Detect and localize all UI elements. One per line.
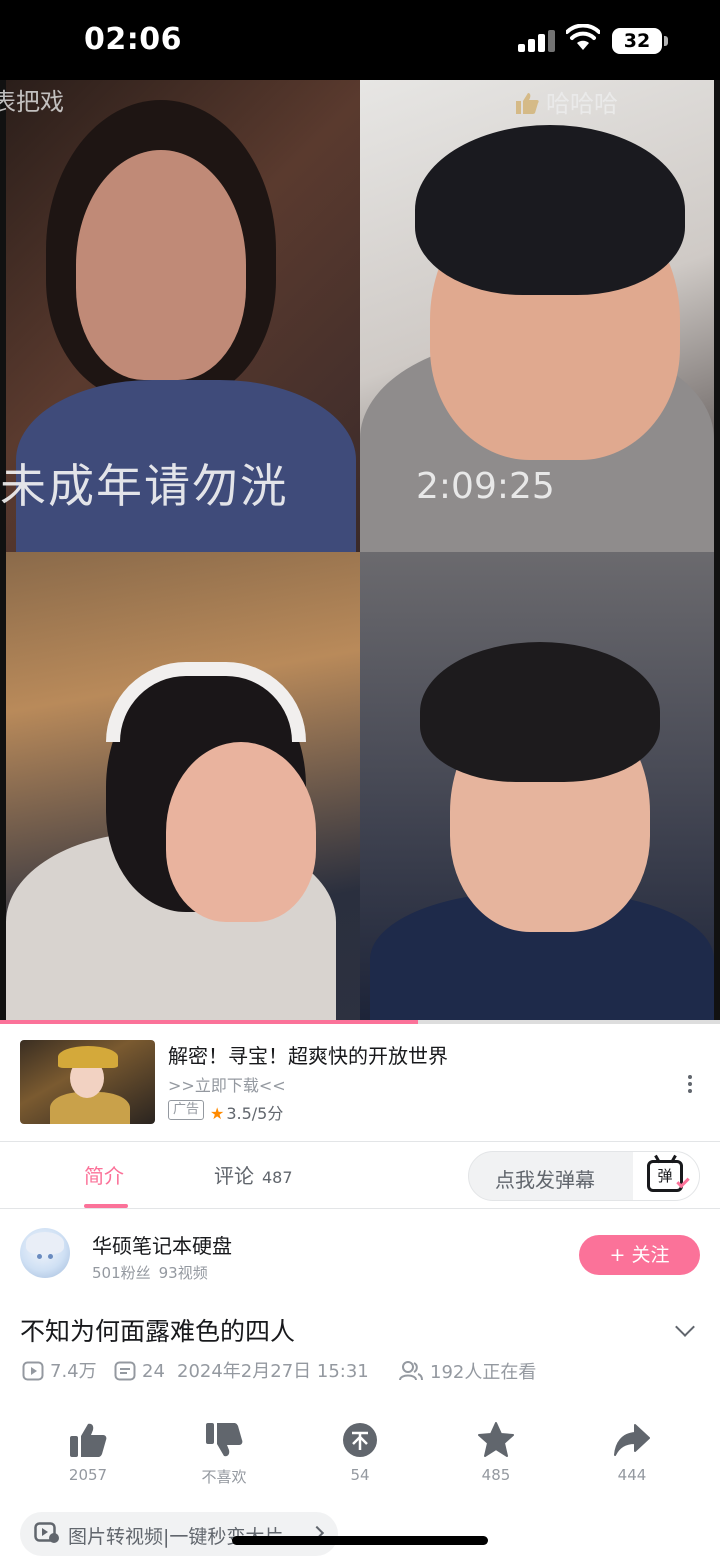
star-icon — [478, 1422, 514, 1457]
danmaku-count-value: 24 — [142, 1361, 165, 1382]
publish-date: 2024年2月27日 15:31 — [177, 1361, 369, 1382]
danmaku-icon — [114, 1361, 136, 1381]
star-icon: ★ — [210, 1104, 225, 1123]
avatar[interactable] — [20, 1228, 70, 1278]
share-count: 444 — [617, 1466, 647, 1484]
danmaku-count: 24 — [114, 1360, 165, 1384]
image-to-video-promo[interactable]: 图片转视频|一键秒变大片 — [20, 1512, 338, 1556]
favorite-button[interactable]: 485 — [446, 1418, 546, 1484]
ad-rating-value: 3.5/5分 — [226, 1104, 284, 1123]
view-count-value: 7.4万 — [50, 1361, 97, 1382]
thumbs-up-icon — [516, 93, 539, 114]
uploader-fans: 501粉丝 — [92, 1264, 151, 1282]
video-progress-fill — [0, 1020, 418, 1024]
share-button[interactable]: 444 — [582, 1418, 682, 1484]
ad-rating: ★ 3.5/5分 — [210, 1100, 283, 1124]
home-indicator[interactable] — [232, 1536, 488, 1545]
danmaku-button-label: 弹 — [657, 1167, 673, 1185]
video-panel-bottom-left — [6, 552, 360, 1024]
danmaku-placeholder[interactable]: 点我发弹幕 — [495, 1164, 595, 1193]
video-convert-icon — [34, 1522, 59, 1543]
status-time: 02:06 — [84, 22, 182, 57]
video-overlay-thumb-label: 哈哈哈 — [546, 90, 618, 118]
watching-count: 192人正在看 — [398, 1360, 536, 1384]
ad-card[interactable]: 解密！寻宝！超爽快的开放世界 >>立即下载<< 广告 ★ 3.5/5分 — [0, 1026, 720, 1142]
thumbs-down-icon — [206, 1423, 243, 1457]
battery-nub — [664, 36, 668, 46]
tab-comments[interactable]: 评论 487 — [214, 1160, 293, 1189]
watching-count-value: 192人正在看 — [430, 1362, 537, 1383]
coin-icon — [343, 1423, 377, 1457]
uploader-name[interactable]: 华硕笔记本硬盘 — [92, 1230, 232, 1259]
tab-comments-count: 487 — [262, 1168, 293, 1187]
ad-badge: 广告 — [168, 1100, 205, 1120]
video-overlay-text-top-left: 表把戏 — [0, 88, 64, 116]
coin-count: 54 — [350, 1466, 370, 1484]
danmaku-tv-icon: 弹 — [647, 1154, 683, 1192]
danmaku-toggle-button[interactable]: 弹 — [633, 1152, 699, 1200]
cellular-signal-icon — [518, 30, 556, 52]
tab-intro[interactable]: 简介 — [84, 1160, 124, 1189]
battery-icon: 32 — [612, 28, 662, 54]
chevron-down-icon[interactable] — [675, 1317, 695, 1337]
favorite-count: 485 — [481, 1466, 511, 1484]
ad-title[interactable]: 解密！寻宝！超爽快的开放世界 — [168, 1040, 448, 1069]
share-arrow-icon — [614, 1424, 650, 1456]
danmaku-input[interactable]: 点我发弹幕 弹 — [468, 1151, 700, 1201]
coin-button[interactable]: 54 — [310, 1418, 410, 1484]
divider — [0, 1141, 720, 1142]
play-count-icon — [22, 1361, 44, 1381]
thumbs-up-icon — [70, 1423, 107, 1457]
uploader-stats: 501粉丝 93视频 — [92, 1262, 216, 1283]
divider — [0, 1208, 720, 1209]
follow-button[interactable]: + 关注 — [579, 1235, 700, 1275]
people-icon — [399, 1361, 423, 1381]
ad-download-link[interactable]: >>立即下载<< — [168, 1072, 286, 1096]
view-count: 7.4万 — [22, 1360, 97, 1384]
tab-comments-label: 评论 — [214, 1164, 254, 1188]
video-overlay-timestamp: 2:09:25 — [416, 466, 555, 507]
video-progress-bar[interactable] — [0, 1020, 720, 1024]
video-panel-bottom-right — [360, 552, 714, 1024]
more-options-icon[interactable] — [680, 1072, 700, 1100]
like-button[interactable]: 2057 — [38, 1418, 138, 1484]
wifi-icon — [566, 24, 600, 50]
video-player[interactable]: 表把戏 哈哈哈 未成年请勿洸 2:09:25 — [0, 80, 720, 1024]
dislike-button[interactable]: 不喜欢 — [174, 1418, 274, 1487]
uploader-videos: 93视频 — [158, 1264, 208, 1282]
dislike-label: 不喜欢 — [201, 1468, 247, 1486]
video-overlay-warning-text: 未成年请勿洸 — [0, 459, 288, 513]
like-count: 2057 — [68, 1466, 108, 1484]
video-overlay-thumb-text: 哈哈哈 — [514, 84, 618, 119]
status-bar: 02:06 32 — [0, 0, 720, 80]
video-title: 不知为何面露难色的四人 — [20, 1317, 296, 1346]
ad-thumbnail[interactable] — [20, 1040, 155, 1124]
